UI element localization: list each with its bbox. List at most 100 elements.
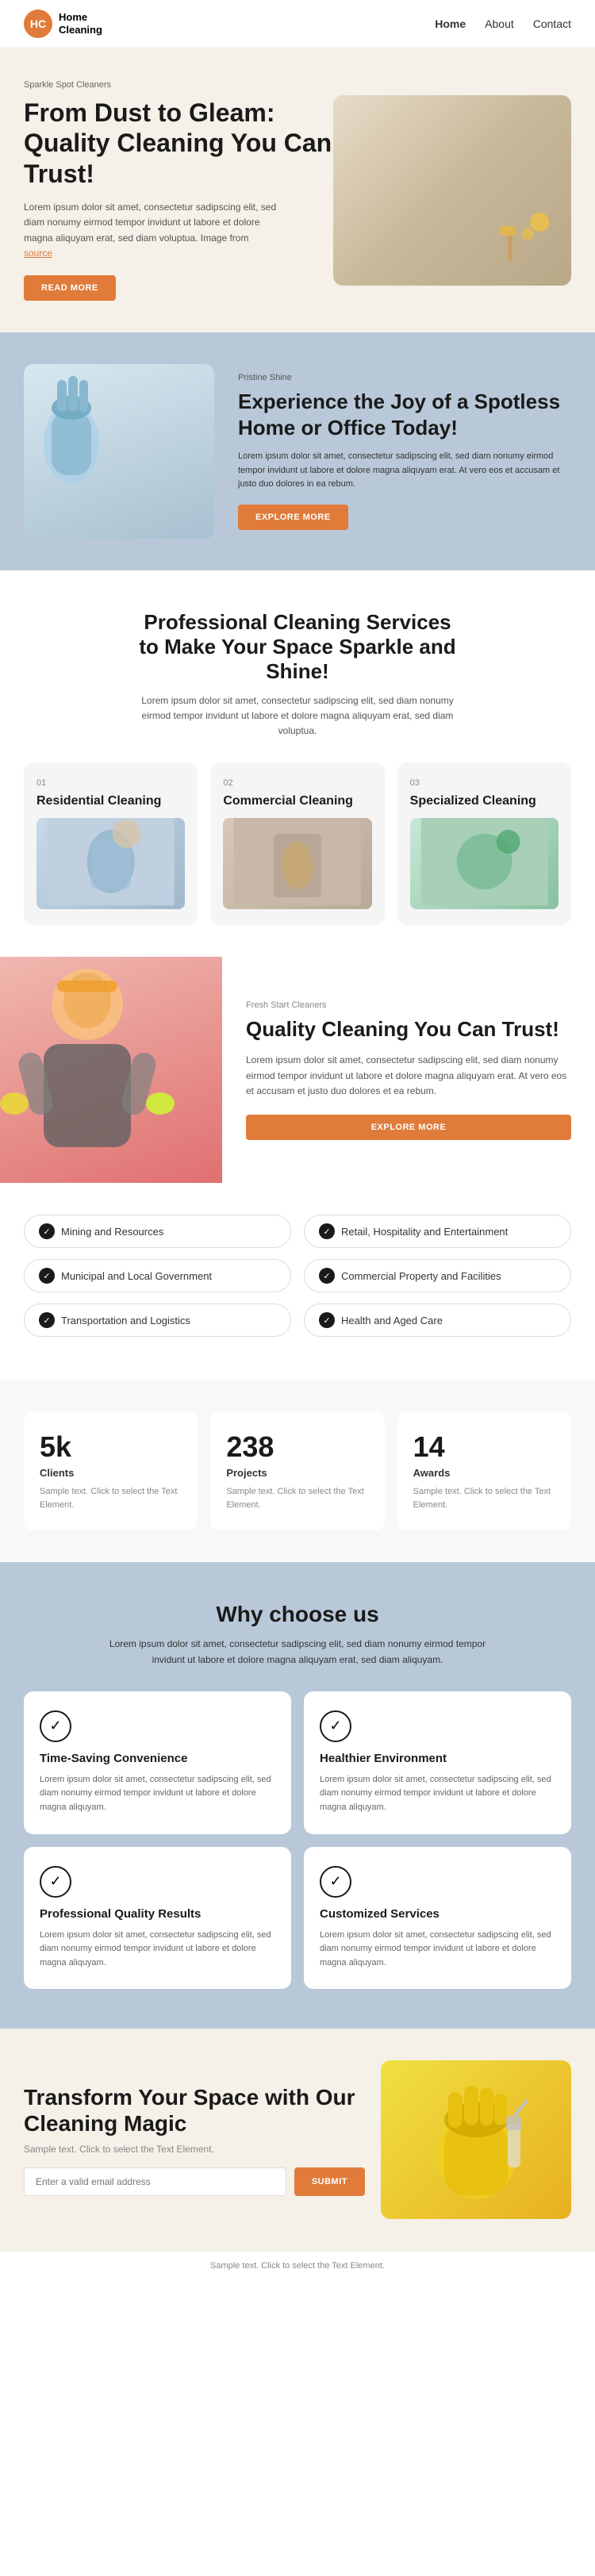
- industry-label-municipal: Municipal and Local Government: [61, 1270, 212, 1282]
- check-icon-retail: ✓: [319, 1223, 335, 1239]
- service-title-2: Commercial Cleaning: [223, 794, 371, 808]
- services-cards: 01 Residential Cleaning 02 Commercial Cl…: [24, 762, 571, 925]
- specialized-image-icon: [410, 818, 559, 905]
- hero-image-placeholder: [333, 95, 571, 286]
- spotless-section: Pristine Shine Experience the Joy of a S…: [0, 332, 595, 570]
- stat-desc-awards: Sample text. Click to select the Text El…: [413, 1485, 555, 1511]
- cta-form: SUBMIT: [24, 2167, 365, 2196]
- why-grid: ✓ Time-Saving Convenience Lorem ipsum do…: [24, 1691, 571, 1990]
- service-card-residential: 01 Residential Cleaning: [24, 762, 198, 925]
- fresh-image-placeholder: [0, 957, 222, 1183]
- cta-subtitle: Sample text. Click to select the Text El…: [24, 2144, 365, 2155]
- nav-about[interactable]: About: [485, 17, 514, 30]
- service-num-1: 01: [36, 778, 185, 788]
- service-title-3: Specialized Cleaning: [410, 794, 559, 808]
- cta-content: Transform Your Space with Our Cleaning M…: [24, 2084, 365, 2196]
- hero-decoration-icon: [492, 206, 555, 270]
- why-icon-time: ✓: [40, 1710, 71, 1742]
- logo-text: HomeCleaning: [59, 11, 102, 36]
- residential-image-icon: [36, 818, 185, 905]
- section2-title: Experience the Joy of a Spotless Home or…: [238, 389, 571, 440]
- cta-submit-button[interactable]: SUBMIT: [294, 2167, 365, 2196]
- stat-desc-clients: Sample text. Click to select the Text El…: [40, 1485, 182, 1511]
- industries-section: ✓ Mining and Resources ✓ Retail, Hospita…: [0, 1183, 595, 1380]
- cta-email-input[interactable]: [24, 2167, 286, 2196]
- service-image-residential: [36, 818, 185, 909]
- hero-content: Sparkle Spot Cleaners From Dust to Gleam…: [24, 80, 333, 301]
- industry-tag-commercial-property[interactable]: ✓ Commercial Property and Facilities: [304, 1259, 571, 1292]
- logo[interactable]: HC HomeCleaning: [24, 10, 102, 38]
- industry-tag-municipal[interactable]: ✓ Municipal and Local Government: [24, 1259, 291, 1292]
- why-card-custom: ✓ Customized Services Lorem ipsum dolor …: [304, 1847, 571, 1990]
- why-card-health-title: Healthier Environment: [320, 1752, 555, 1765]
- fresh-content: Fresh Start Cleaners Quality Cleaning Yo…: [222, 957, 595, 1183]
- spotless-image: [24, 364, 214, 539]
- service-title-1: Residential Cleaning: [36, 794, 185, 808]
- industry-row-1: ✓ Mining and Resources ✓ Retail, Hospita…: [24, 1215, 571, 1248]
- service-image-specialized: [410, 818, 559, 909]
- fresh-person-icon: [0, 957, 175, 1179]
- cta-glove-icon: [405, 2076, 547, 2203]
- fresh-body: Lorem ipsum dolor sit amet, consectetur …: [246, 1053, 571, 1099]
- nav-home[interactable]: Home: [435, 17, 466, 30]
- why-body: Lorem ipsum dolor sit amet, consectetur …: [107, 1637, 488, 1667]
- commercial-image-icon: [223, 818, 371, 905]
- glove-icon: [24, 364, 119, 491]
- footer-note: Sample text. Click to select the Text El…: [0, 2251, 595, 2280]
- stat-label-projects: Projects: [226, 1467, 368, 1479]
- why-card-health-body: Lorem ipsum dolor sit amet, consectetur …: [320, 1773, 555, 1815]
- industry-label-retail: Retail, Hospitality and Entertainment: [341, 1226, 508, 1238]
- stat-label-awards: Awards: [413, 1467, 555, 1479]
- hero-image: [333, 95, 571, 286]
- stat-card-clients: 5k Clients Sample text. Click to select …: [24, 1411, 198, 1530]
- industry-tag-mining[interactable]: ✓ Mining and Resources: [24, 1215, 291, 1248]
- service-image-commercial: [223, 818, 371, 909]
- industry-row-3: ✓ Transportation and Logistics ✓ Health …: [24, 1303, 571, 1337]
- industry-label-transport: Transportation and Logistics: [61, 1315, 190, 1326]
- services-title: Professional Cleaning Services to Make Y…: [139, 610, 456, 684]
- stat-desc-projects: Sample text. Click to select the Text El…: [226, 1485, 368, 1511]
- hero-link[interactable]: source: [24, 248, 52, 259]
- industry-label-commercial-property: Commercial Property and Facilities: [341, 1270, 501, 1282]
- hero-title: From Dust to Gleam: Quality Cleaning You…: [24, 98, 333, 189]
- why-card-time-body: Lorem ipsum dolor sit amet, consectetur …: [40, 1773, 275, 1815]
- industry-row-2: ✓ Municipal and Local Government ✓ Comme…: [24, 1259, 571, 1292]
- stat-label-clients: Clients: [40, 1467, 182, 1479]
- footer-note-text: Sample text. Click to select the Text El…: [210, 2261, 385, 2271]
- check-icon-municipal: ✓: [39, 1268, 55, 1284]
- industry-tag-transport[interactable]: ✓ Transportation and Logistics: [24, 1303, 291, 1337]
- hero-cta-button[interactable]: READ MORE: [24, 275, 116, 301]
- service-card-specialized: 03 Specialized Cleaning: [397, 762, 571, 925]
- why-card-quality: ✓ Professional Quality Results Lorem ips…: [24, 1847, 291, 1990]
- service-num-3: 03: [410, 778, 559, 788]
- section2-tag: Pristine Shine: [238, 373, 571, 382]
- section2-cta-button[interactable]: EXPLORE MORE: [238, 505, 348, 530]
- fresh-section: Fresh Start Cleaners Quality Cleaning Yo…: [0, 957, 595, 1183]
- why-title: Why choose us: [24, 1602, 571, 1627]
- nav-contact[interactable]: Contact: [533, 17, 571, 30]
- why-card-time: ✓ Time-Saving Convenience Lorem ipsum do…: [24, 1691, 291, 1834]
- industry-tag-retail[interactable]: ✓ Retail, Hospitality and Entertainment: [304, 1215, 571, 1248]
- why-icon-custom: ✓: [320, 1866, 351, 1898]
- stat-number-awards: 14: [413, 1430, 555, 1464]
- check-icon-commercial-property: ✓: [319, 1268, 335, 1284]
- why-card-quality-title: Professional Quality Results: [40, 1907, 275, 1921]
- stat-number-clients: 5k: [40, 1430, 182, 1464]
- stat-number-projects: 238: [226, 1430, 368, 1464]
- navbar: HC HomeCleaning Home About Contact: [0, 0, 595, 48]
- check-icon-transport: ✓: [39, 1312, 55, 1328]
- hero-section: Sparkle Spot Cleaners From Dust to Gleam…: [0, 48, 595, 332]
- fresh-cta-button[interactable]: EXPLORE MORE: [246, 1115, 571, 1140]
- fresh-title: Quality Cleaning You Can Trust!: [246, 1016, 571, 1042]
- service-num-2: 02: [223, 778, 371, 788]
- stat-card-awards: 14 Awards Sample text. Click to select t…: [397, 1411, 571, 1530]
- why-card-custom-body: Lorem ipsum dolor sit amet, consectetur …: [320, 1929, 555, 1971]
- cta-title: Transform Your Space with Our Cleaning M…: [24, 2084, 365, 2137]
- why-card-health: ✓ Healthier Environment Lorem ipsum dolo…: [304, 1691, 571, 1834]
- why-icon-health: ✓: [320, 1710, 351, 1742]
- nav-links: Home About Contact: [435, 17, 571, 30]
- hero-tag: Sparkle Spot Cleaners: [24, 80, 333, 90]
- industry-tag-health[interactable]: ✓ Health and Aged Care: [304, 1303, 571, 1337]
- why-card-quality-body: Lorem ipsum dolor sit amet, consectetur …: [40, 1929, 275, 1971]
- stats-section: 5k Clients Sample text. Click to select …: [0, 1380, 595, 1562]
